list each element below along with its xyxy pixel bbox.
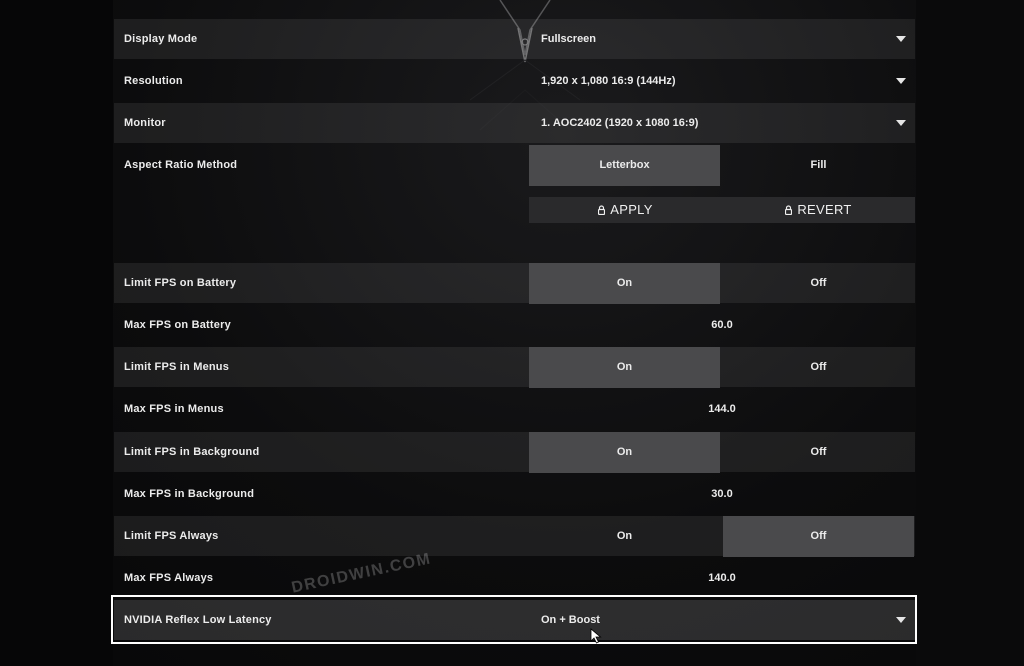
limit-fps-always-off-button[interactable]: Off [723, 516, 914, 557]
lock-icon [598, 205, 606, 215]
apply-button[interactable]: APPLY [529, 197, 722, 223]
monitor-label: Monitor [124, 117, 166, 129]
apply-revert-bar: APPLY REVERT [529, 197, 915, 223]
caret-down-icon[interactable] [896, 36, 906, 42]
max-fps-menus-row: Max FPS in Menus 144.0 [114, 389, 915, 429]
max-fps-battery-input[interactable]: 60.0 [529, 305, 915, 345]
max-fps-always-input[interactable]: 140.0 [529, 558, 915, 598]
limit-fps-battery-off-button[interactable]: Off [723, 263, 914, 304]
max-fps-menus-label: Max FPS in Menus [124, 403, 224, 415]
apply-label: APPLY [610, 202, 653, 217]
display-mode-row[interactable]: Display Mode Fullscreen [114, 19, 915, 59]
monitor-value[interactable]: 1. AOC2402 (1920 x 1080 16:9) [541, 103, 698, 143]
max-fps-always-label: Max FPS Always [124, 572, 214, 584]
limit-fps-always-label: Limit FPS Always [124, 530, 219, 542]
revert-button[interactable]: REVERT [722, 197, 915, 223]
limit-fps-always-row: Limit FPS Always On Off [114, 516, 915, 557]
max-fps-battery-row: Max FPS on Battery 60.0 [114, 305, 915, 345]
limit-fps-battery-on-button[interactable]: On [529, 263, 720, 304]
max-fps-always-row: Max FPS Always 140.0 [114, 558, 915, 598]
limit-fps-always-on-button[interactable]: On [529, 516, 720, 557]
limit-fps-menus-label: Limit FPS in Menus [124, 361, 230, 373]
display-mode-value[interactable]: Fullscreen [541, 19, 596, 59]
caret-down-icon[interactable] [896, 78, 906, 84]
mouse-pointer-icon [590, 628, 602, 644]
limit-fps-background-label: Limit FPS in Background [124, 446, 260, 458]
caret-down-icon[interactable] [896, 120, 906, 126]
max-fps-background-label: Max FPS in Background [124, 488, 255, 500]
resolution-label: Resolution [124, 75, 183, 87]
aspect-ratio-row: Aspect Ratio Method Letterbox Fill [114, 145, 915, 186]
monitor-row[interactable]: Monitor 1. AOC2402 (1920 x 1080 16:9) [114, 103, 915, 143]
limit-fps-menus-on-button[interactable]: On [529, 347, 720, 388]
lock-icon [785, 205, 793, 215]
resolution-row[interactable]: Resolution 1,920 x 1,080 16:9 (144Hz) [114, 61, 915, 101]
revert-label: REVERT [797, 202, 852, 217]
resolution-value[interactable]: 1,920 x 1,080 16:9 (144Hz) [541, 61, 676, 101]
settings-screen: Display Mode Fullscreen Resolution 1,920… [0, 0, 1024, 666]
limit-fps-menus-row: Limit FPS in Menus On Off [114, 347, 915, 388]
left-margin [0, 0, 113, 666]
limit-fps-battery-row: Limit FPS on Battery On Off [114, 263, 915, 304]
limit-fps-background-row: Limit FPS in Background On Off [114, 432, 915, 473]
right-margin [916, 0, 1024, 666]
highlight-box [111, 595, 917, 644]
limit-fps-background-off-button[interactable]: Off [723, 432, 914, 473]
aspect-letterbox-button[interactable]: Letterbox [529, 145, 720, 186]
max-fps-battery-label: Max FPS on Battery [124, 319, 231, 331]
limit-fps-background-on-button[interactable]: On [529, 432, 720, 473]
limit-fps-menus-off-button[interactable]: Off [723, 347, 914, 388]
aspect-fill-button[interactable]: Fill [723, 145, 914, 186]
display-mode-label: Display Mode [124, 33, 198, 45]
max-fps-background-row: Max FPS in Background 30.0 [114, 474, 915, 514]
aspect-ratio-label: Aspect Ratio Method [124, 159, 238, 171]
max-fps-background-input[interactable]: 30.0 [529, 474, 915, 514]
limit-fps-battery-label: Limit FPS on Battery [124, 277, 237, 289]
max-fps-menus-input[interactable]: 144.0 [529, 389, 915, 429]
